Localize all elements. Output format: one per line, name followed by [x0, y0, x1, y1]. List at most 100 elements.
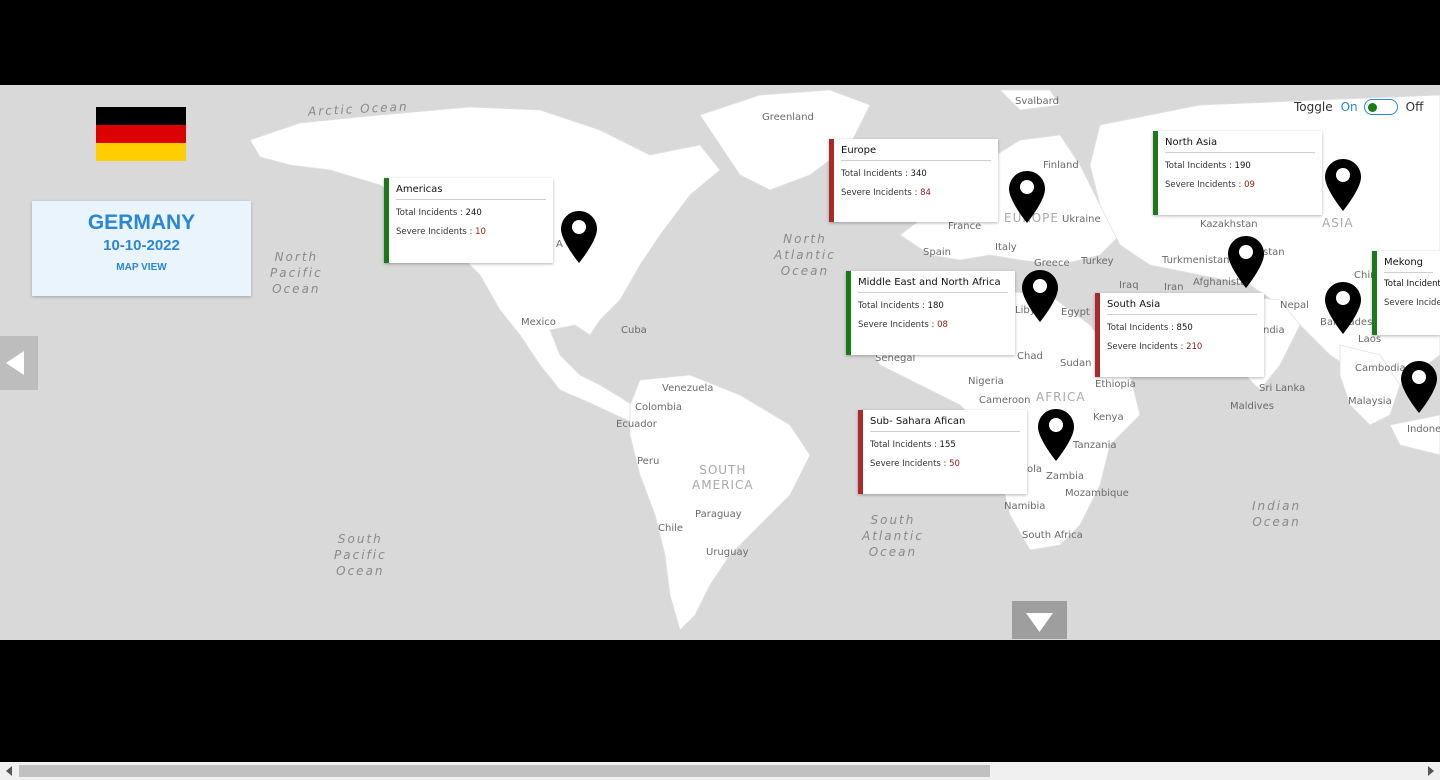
- view-label[interactable]: MAP VIEW: [32, 262, 251, 273]
- toggle-on-label: On: [1340, 100, 1358, 114]
- place-label: Mexico: [521, 317, 556, 328]
- place-label: Ecuador: [616, 419, 657, 430]
- place-label: Indones: [1407, 424, 1440, 435]
- toggle-label: Toggle: [1294, 100, 1333, 114]
- place-label: Greenland: [762, 112, 814, 123]
- scroll-thumb[interactable]: [19, 765, 990, 777]
- total-label: Total Incidents :: [870, 440, 937, 450]
- place-label: Uruguay: [706, 547, 749, 558]
- place-label: Nigeria: [968, 376, 1004, 387]
- place-label: Italy: [995, 242, 1017, 253]
- place-label: Kenya: [1093, 412, 1124, 423]
- region-card-mekong[interactable]: Mekong Total Incident Severe Incide: [1372, 251, 1440, 335]
- map-pin-icon[interactable]: [1022, 270, 1058, 322]
- region-card-mena[interactable]: Middle East and North Africa Total Incid…: [846, 271, 1015, 355]
- total-label: Total Incidents :: [841, 169, 908, 179]
- place-label: Iraq: [1119, 280, 1139, 291]
- place-label: Cuba: [621, 325, 647, 336]
- place-label: ola: [1027, 464, 1043, 475]
- toggle-switch[interactable]: [1363, 99, 1398, 115]
- ocean-label-north-pacific: North Pacific Ocean: [270, 250, 323, 296]
- place-label: Svalbard: [1015, 96, 1059, 107]
- severe-value: 50: [949, 459, 960, 469]
- total-value: 850: [1176, 323, 1193, 333]
- place-label: Turkey: [1081, 256, 1114, 267]
- region-title: Sub- Sahara Afican: [870, 416, 1020, 432]
- total-label: Total Incidents :: [1107, 323, 1174, 333]
- map-pin-icon[interactable]: [1038, 409, 1074, 461]
- severe-label: Severe Incidents :: [396, 227, 473, 237]
- ocean-label-north-atlantic: North Atlantic Ocean: [774, 232, 836, 278]
- map-pin-icon[interactable]: [561, 211, 597, 263]
- region-title: Europe: [841, 145, 991, 161]
- place-label: Chad: [1017, 351, 1043, 362]
- report-date: 10-10-2022: [103, 237, 180, 254]
- severe-label: Severe Incidents :: [870, 459, 947, 469]
- continent-label-africa: AFRICA: [1036, 390, 1086, 404]
- map-pin-icon[interactable]: [1325, 282, 1361, 334]
- region-card-europe[interactable]: Europe Total Incidents : 340 Severe Inci…: [829, 139, 998, 222]
- scroll-left-icon[interactable]: [6, 766, 12, 776]
- region-card-americas[interactable]: Americas Total Incidents : 240 Severe In…: [384, 178, 553, 263]
- place-label: Sudan: [1060, 358, 1092, 369]
- severe-label: Severe Incidents :: [1165, 180, 1242, 190]
- place-label: South Africa: [1022, 530, 1083, 541]
- place-label: Zambia: [1046, 471, 1084, 482]
- severe-value: 10: [475, 227, 486, 237]
- region-title: North Asia: [1165, 137, 1315, 153]
- severe-label-partial: Severe Incide: [1384, 298, 1440, 308]
- place-label: Nepal: [1280, 300, 1309, 311]
- severe-value: 84: [920, 188, 931, 198]
- place-label: Greece: [1034, 258, 1070, 269]
- place-label: ndia: [1263, 325, 1285, 336]
- region-title: Middle East and North Africa: [858, 277, 1008, 293]
- total-label: Total Incidents :: [1165, 161, 1232, 171]
- place-label: Laos: [1358, 334, 1382, 345]
- place-label: Malaysia: [1348, 396, 1392, 407]
- place-label: Chile: [658, 523, 684, 534]
- region-card-north-asia[interactable]: North Asia Total Incidents : 190 Severe …: [1153, 131, 1322, 215]
- horizontal-scrollbar[interactable]: [0, 762, 1440, 780]
- country-name: GERMANY: [87, 211, 196, 234]
- nav-down-button[interactable]: [1012, 601, 1067, 639]
- region-title: Americas: [396, 184, 546, 200]
- map-pin-icon[interactable]: [1325, 159, 1361, 211]
- place-label: Paraguay: [695, 509, 742, 520]
- country-info-card: GERMANY 10-10-2022 MAP VIEW: [32, 201, 251, 296]
- nav-left-button[interactable]: [0, 336, 38, 390]
- toggle-knob: [1367, 102, 1377, 112]
- total-label: Total Incidents :: [858, 301, 925, 311]
- severe-label: Severe Incidents :: [841, 188, 918, 198]
- map-pin-icon[interactable]: [1009, 171, 1045, 223]
- place-label: Ukraine: [1062, 214, 1101, 225]
- severe-value: 09: [1244, 180, 1255, 190]
- arrow-left-icon: [6, 351, 24, 375]
- total-value: 190: [1234, 161, 1251, 171]
- place-label: Finland: [1043, 160, 1079, 171]
- region-card-sub-sahara[interactable]: Sub- Sahara Afican Total Incidents : 155…: [858, 410, 1027, 494]
- place-label: Egypt: [1061, 307, 1090, 318]
- severe-label: Severe Incidents :: [1107, 342, 1184, 352]
- region-card-south-asia[interactable]: South Asia Total Incidents : 850 Severe …: [1095, 293, 1264, 377]
- map-pin-icon[interactable]: [1228, 236, 1264, 288]
- toggle-off-label: Off: [1405, 100, 1424, 114]
- severe-label: Severe Incidents :: [858, 320, 935, 330]
- continent-label-asia: ASIA: [1322, 216, 1354, 230]
- place-label: Iran: [1164, 282, 1184, 293]
- place-label: Turkmenistan: [1162, 255, 1230, 266]
- place-label: Mozambique: [1065, 488, 1129, 499]
- place-label: Cambodia: [1355, 363, 1406, 374]
- map-pin-icon[interactable]: [1401, 361, 1437, 413]
- place-label: Cameroon: [979, 395, 1031, 406]
- place-label: Colombia: [635, 402, 682, 413]
- place-label: Spain: [923, 247, 951, 258]
- place-label: Sri Lanka: [1259, 383, 1306, 394]
- ocean-label-south-atlantic: South Atlantic Ocean: [862, 513, 924, 559]
- place-label: Peru: [637, 456, 660, 467]
- total-value: 340: [910, 169, 927, 179]
- scroll-right-icon[interactable]: [1428, 766, 1434, 776]
- germany-flag: [96, 107, 186, 161]
- total-value: 180: [927, 301, 944, 311]
- total-value: 155: [939, 440, 956, 450]
- total-label-partial: Total Incident: [1384, 279, 1440, 289]
